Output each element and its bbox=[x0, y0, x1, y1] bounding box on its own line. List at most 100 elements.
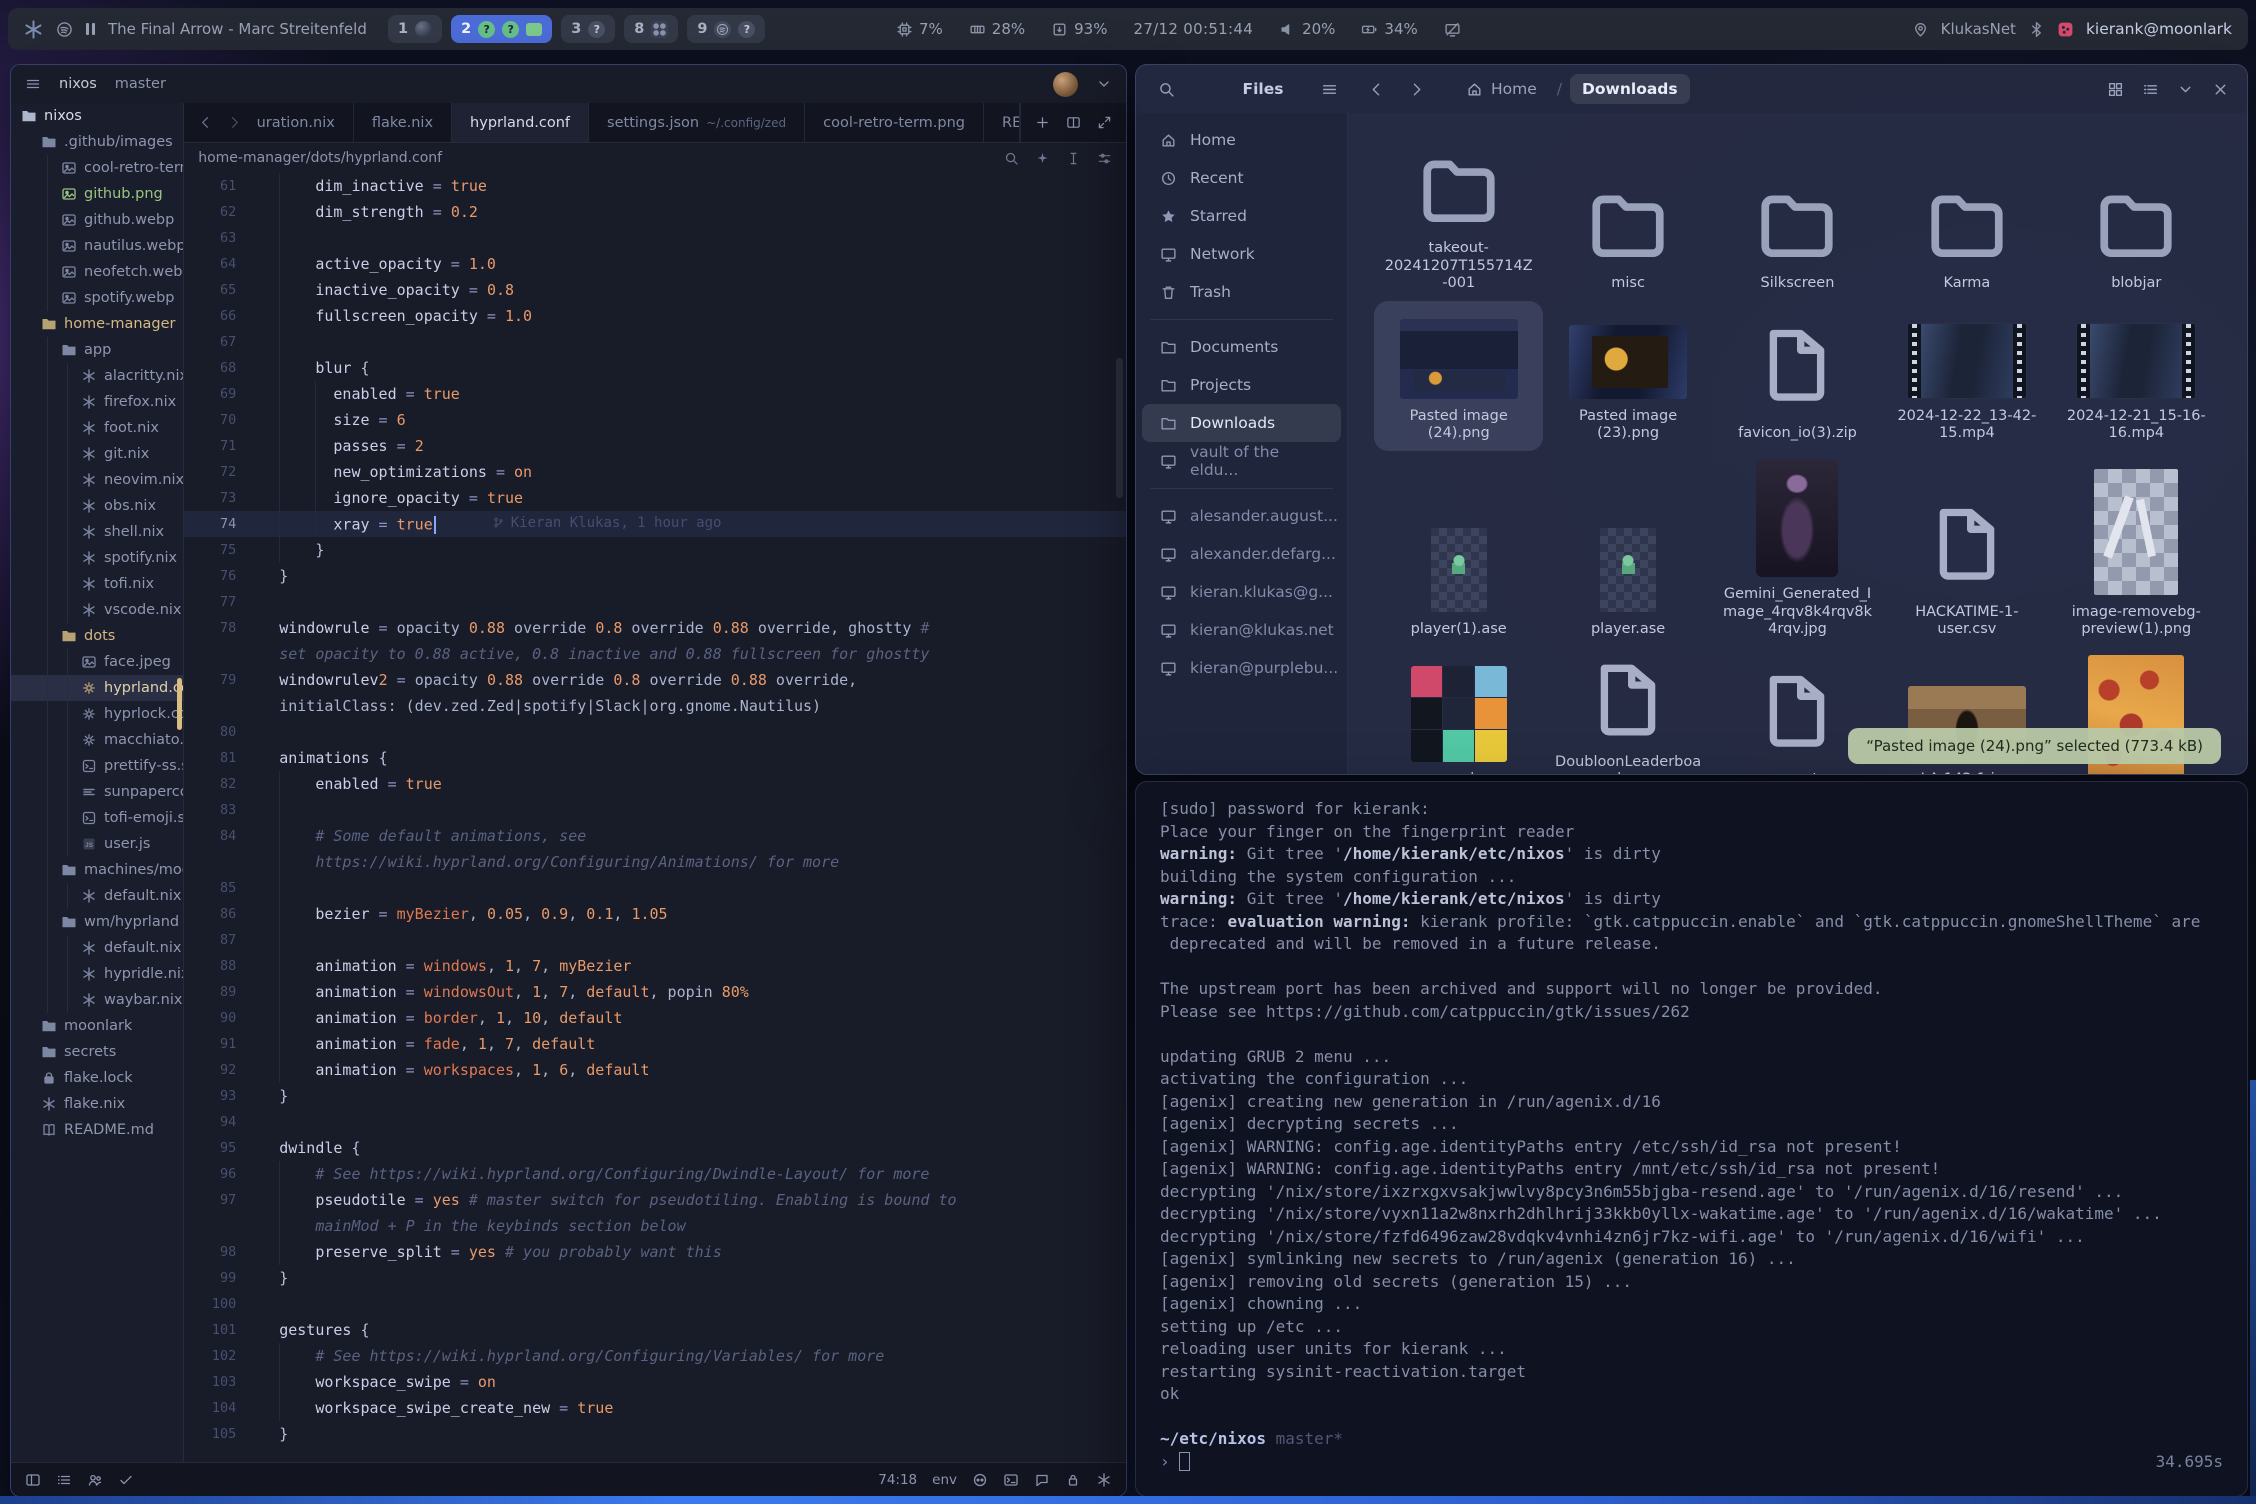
tree-item-spotify.nix[interactable]: spotify.nix bbox=[11, 545, 183, 571]
file-item-pasted-image-23-png[interactable]: Pasted image (23).png bbox=[1543, 301, 1712, 451]
tree-item-shell.nix[interactable]: shell.nix bbox=[11, 519, 183, 545]
tree-item-secrets[interactable]: secrets bbox=[11, 1039, 183, 1065]
zoom-pane-icon[interactable] bbox=[1097, 115, 1112, 130]
menu-icon[interactable] bbox=[25, 76, 41, 92]
terminal-window[interactable]: [sudo] password for kierank:Place your f… bbox=[1135, 781, 2248, 1497]
tree-item-vscode.nix[interactable]: vscode.nix bbox=[11, 597, 183, 623]
code-line-wrap[interactable]: https://wiki.hyprland.org/Configuring/An… bbox=[184, 849, 1126, 875]
code-line-73[interactable]: 73 ignore_opacity = true bbox=[184, 485, 1126, 511]
panel-scrollbar[interactable] bbox=[177, 678, 182, 730]
tree-item-hyprlock.conf[interactable]: hyprlock.conf bbox=[11, 701, 183, 727]
file-item-wrapped-png[interactable]: wrapped.png bbox=[1401, 647, 1517, 775]
tab-flake.nix[interactable]: flake.nix bbox=[354, 103, 452, 142]
prompt-input-line[interactable]: › 34.695s bbox=[1160, 1451, 2223, 1474]
nixos-logo-icon[interactable] bbox=[24, 20, 43, 39]
assistant-flake-icon[interactable] bbox=[1096, 1472, 1112, 1488]
sidebar-item-home[interactable]: Home bbox=[1142, 121, 1341, 159]
tree-item-foot.nix[interactable]: foot.nix bbox=[11, 415, 183, 441]
tree-item-cool-retro-term.webp[interactable]: cool-retro-term.webp bbox=[11, 155, 183, 181]
branch-name[interactable]: master bbox=[115, 76, 166, 92]
workspace-pill-3[interactable]: 3? bbox=[561, 15, 615, 43]
code-line-78[interactable]: 78windowrule = opacity 0.88 override 0.8… bbox=[184, 615, 1126, 641]
code-line-94[interactable]: 94 bbox=[184, 1109, 1126, 1135]
tree-item-alacritty.nix[interactable]: alacritty.nix bbox=[11, 363, 183, 389]
code-line-88[interactable]: 88 animation = windows, 1, 7, myBezier bbox=[184, 953, 1126, 979]
tree-item-macchiato.conf[interactable]: macchiato.conf bbox=[11, 727, 183, 753]
code-line-86[interactable]: 86 bezier = myBezier, 0.05, 0.9, 0.1, 1.… bbox=[184, 901, 1126, 927]
tree-item-firefox.nix[interactable]: firefox.nix bbox=[11, 389, 183, 415]
code-line-84[interactable]: 84 # Some default animations, see bbox=[184, 823, 1126, 849]
code-line-105[interactable]: 105} bbox=[184, 1421, 1126, 1447]
code-line-65[interactable]: 65 inactive_opacity = 0.8 bbox=[184, 277, 1126, 303]
file-item-pasted-image-24-png[interactable]: Pasted image (24).png bbox=[1374, 301, 1543, 451]
split-pane-icon[interactable] bbox=[1066, 115, 1081, 130]
collab-icon[interactable] bbox=[87, 1472, 103, 1488]
tree-item-tofi-emoji.sh[interactable]: tofi-emoji.sh bbox=[11, 805, 183, 831]
pause-icon[interactable] bbox=[86, 23, 95, 35]
file-item-favicon-io-3-zip[interactable]: favicon_io(3).zip bbox=[1728, 301, 1867, 451]
tree-item-neovim.nix[interactable]: neovim.nix bbox=[11, 467, 183, 493]
code-line-100[interactable]: 100 bbox=[184, 1291, 1126, 1317]
tree-item-user.js[interactable]: JSuser.js bbox=[11, 831, 183, 857]
list-view-icon[interactable] bbox=[2142, 81, 2159, 98]
code-line-102[interactable]: 102 # See https://wiki.hyprland.org/Conf… bbox=[184, 1343, 1126, 1369]
tree-item-.github/images[interactable]: .github/images bbox=[11, 129, 183, 155]
sidebar-item-recent[interactable]: Recent bbox=[1142, 159, 1341, 197]
code-line-wrap[interactable]: initialClass: (dev.zed.Zed|spotify|Slack… bbox=[184, 693, 1126, 719]
editor-controls-icon[interactable] bbox=[1097, 151, 1112, 166]
code-line-81[interactable]: 81animations { bbox=[184, 745, 1126, 771]
code-editor[interactable]: 61 dim_inactive = true62 dim_strength = … bbox=[184, 173, 1126, 1462]
tree-item-moonlark[interactable]: moonlark bbox=[11, 1013, 183, 1039]
nav-back-icon[interactable] bbox=[198, 115, 213, 130]
code-line-103[interactable]: 103 workspace_swipe = on bbox=[184, 1369, 1126, 1395]
code-line-96[interactable]: 96 # See https://wiki.hyprland.org/Confi… bbox=[184, 1161, 1126, 1187]
network-pin-icon[interactable] bbox=[1912, 21, 1929, 38]
search-icon[interactable] bbox=[1158, 81, 1175, 98]
sidebar-item-starred[interactable]: Starred bbox=[1142, 197, 1341, 235]
file-item-takeout-20241207t155714z-001[interactable]: takeout-20241207T155714Z-001 bbox=[1374, 129, 1543, 301]
tree-item-face.jpeg[interactable]: face.jpeg bbox=[11, 649, 183, 675]
new-tab-icon[interactable] bbox=[1035, 115, 1050, 130]
memory-module[interactable]: 28% bbox=[969, 20, 1025, 38]
project-name[interactable]: nixos bbox=[59, 76, 97, 92]
code-line-90[interactable]: 90 animation = border, 1, 10, default bbox=[184, 1005, 1126, 1031]
code-line-wrap[interactable]: set opacity to 0.88 active, 0.8 inactive… bbox=[184, 641, 1126, 667]
sidebar-item-network[interactable]: Network bbox=[1142, 235, 1341, 273]
tree-item-nixos[interactable]: nixos bbox=[11, 103, 183, 129]
code-line-63[interactable]: 63 bbox=[184, 225, 1126, 251]
code-line-95[interactable]: 95dwindle { bbox=[184, 1135, 1126, 1161]
tree-item-home-manager[interactable]: home-manager bbox=[11, 311, 183, 337]
sidebar-item-vault-of-the-eldu-[interactable]: vault of the eldu... bbox=[1142, 442, 1341, 480]
code-line-98[interactable]: 98 preserve_split = yes # you probably w… bbox=[184, 1239, 1126, 1265]
breadcrumb-home[interactable]: Home bbox=[1454, 74, 1549, 104]
file-item-player-ase[interactable]: player.ase bbox=[1581, 451, 1675, 647]
code-line-75[interactable]: 75 } bbox=[184, 537, 1126, 563]
file-item-ca-crt[interactable]: ca.crt bbox=[1745, 647, 1849, 775]
tree-item-wm/hyprland[interactable]: wm/hyprland bbox=[11, 909, 183, 935]
tree-item-machines/moonlark[interactable]: machines/moonlark bbox=[11, 857, 183, 883]
sidebar-item-trash[interactable]: Trash bbox=[1142, 273, 1341, 311]
chat-icon[interactable] bbox=[1034, 1472, 1050, 1488]
code-line-85[interactable]: 85 bbox=[184, 875, 1126, 901]
workspace-pill-1[interactable]: 1 bbox=[388, 15, 442, 43]
grid-view-icon[interactable] bbox=[2107, 81, 2124, 98]
tree-item-README.md[interactable]: README.md bbox=[11, 1117, 183, 1143]
text-cursor-icon[interactable] bbox=[1066, 151, 1081, 166]
workspace-pill-8[interactable]: 8 bbox=[624, 15, 678, 43]
tree-item-flake.lock[interactable]: flake.lock bbox=[11, 1065, 183, 1091]
idle-inhibitor[interactable] bbox=[1444, 21, 1461, 38]
code-line-66[interactable]: 66 fullscreen_opacity = 1.0 bbox=[184, 303, 1126, 329]
sidebar-item-documents[interactable]: Documents bbox=[1142, 328, 1341, 366]
tree-item-sunpaperconfig[interactable]: sunpaperconfig bbox=[11, 779, 183, 805]
tab-cool-retro-term.png[interactable]: cool-retro-term.png bbox=[805, 103, 984, 142]
sidebar-item-alexander-defarg-[interactable]: alexander.defarg... bbox=[1142, 535, 1341, 573]
battery-module[interactable]: 34% bbox=[1361, 20, 1417, 38]
sidebar-item-alesander-august-[interactable]: alesander.august... bbox=[1142, 497, 1341, 535]
lock-icon[interactable] bbox=[1065, 1472, 1081, 1488]
file-item-blobjar[interactable]: blobjar bbox=[2077, 129, 2195, 301]
sidebar-menu-icon[interactable] bbox=[1321, 81, 1338, 98]
tree-item-dots[interactable]: dots bbox=[11, 623, 183, 649]
file-item-gemini-generated-image-4rqv8k4rqv8k4rqv-jpg[interactable]: Gemini_Generated_Image_4rqv8k4rqv8k4rqv.… bbox=[1713, 451, 1882, 647]
code-line-77[interactable]: 77 bbox=[184, 589, 1126, 615]
tree-item-tofi.nix[interactable]: tofi.nix bbox=[11, 571, 183, 597]
